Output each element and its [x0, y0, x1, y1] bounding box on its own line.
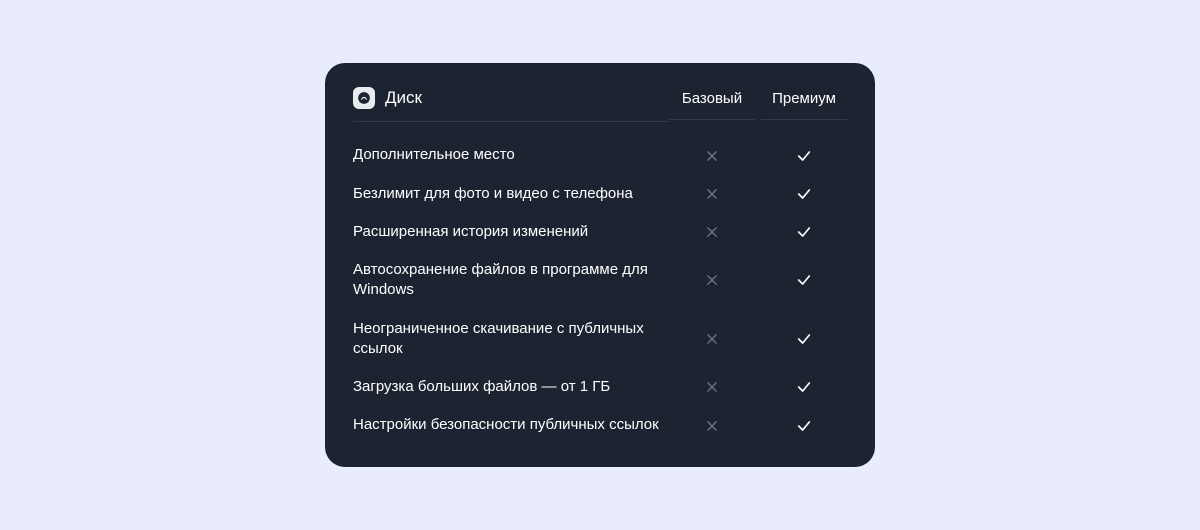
- cross-icon: [669, 380, 755, 394]
- feature-row: Загрузка больших файлов — от 1 ГБ: [353, 368, 847, 406]
- feature-row: Расширенная история изменений: [353, 213, 847, 251]
- check-icon: [761, 272, 847, 288]
- comparison-card: Диск Базовый Премиум Дополнительное мест…: [325, 63, 875, 466]
- check-icon: [761, 418, 847, 434]
- title-column: Диск: [353, 87, 669, 122]
- check-icon: [761, 224, 847, 240]
- check-icon: [761, 148, 847, 164]
- feature-rows: Дополнительное место Безлимит для фото и …: [353, 136, 847, 444]
- feature-label: Неограниченное скачивание с публичных сс…: [353, 319, 669, 360]
- cross-icon: [669, 187, 755, 201]
- feature-label: Расширенная история изменений: [353, 222, 669, 242]
- feature-label: Дополнительное место: [353, 145, 669, 165]
- table-header: Диск Базовый Премиум: [353, 87, 847, 122]
- feature-row: Неограниченное скачивание с публичных сс…: [353, 310, 847, 369]
- card-title: Диск: [385, 88, 422, 108]
- plan-header-premium: Премиум: [761, 90, 847, 120]
- feature-row: Безлимит для фото и видео с телефона: [353, 175, 847, 213]
- cross-icon: [669, 149, 755, 163]
- feature-label: Загрузка больших файлов — от 1 ГБ: [353, 377, 669, 397]
- feature-label: Автосохранение файлов в программе для Wi…: [353, 260, 669, 301]
- feature-row: Дополнительное место: [353, 136, 847, 174]
- check-icon: [761, 331, 847, 347]
- feature-label: Настройки безопасности публичных ссылок: [353, 415, 669, 435]
- cross-icon: [669, 273, 755, 287]
- cross-icon: [669, 419, 755, 433]
- check-icon: [761, 379, 847, 395]
- disk-app-icon: [353, 87, 375, 109]
- check-icon: [761, 186, 847, 202]
- feature-label: Безлимит для фото и видео с телефона: [353, 184, 669, 204]
- cross-icon: [669, 332, 755, 346]
- plan-header-basic: Базовый: [669, 90, 755, 120]
- feature-row: Настройки безопасности публичных ссылок: [353, 406, 847, 444]
- cross-icon: [669, 225, 755, 239]
- feature-row: Автосохранение файлов в программе для Wi…: [353, 251, 847, 310]
